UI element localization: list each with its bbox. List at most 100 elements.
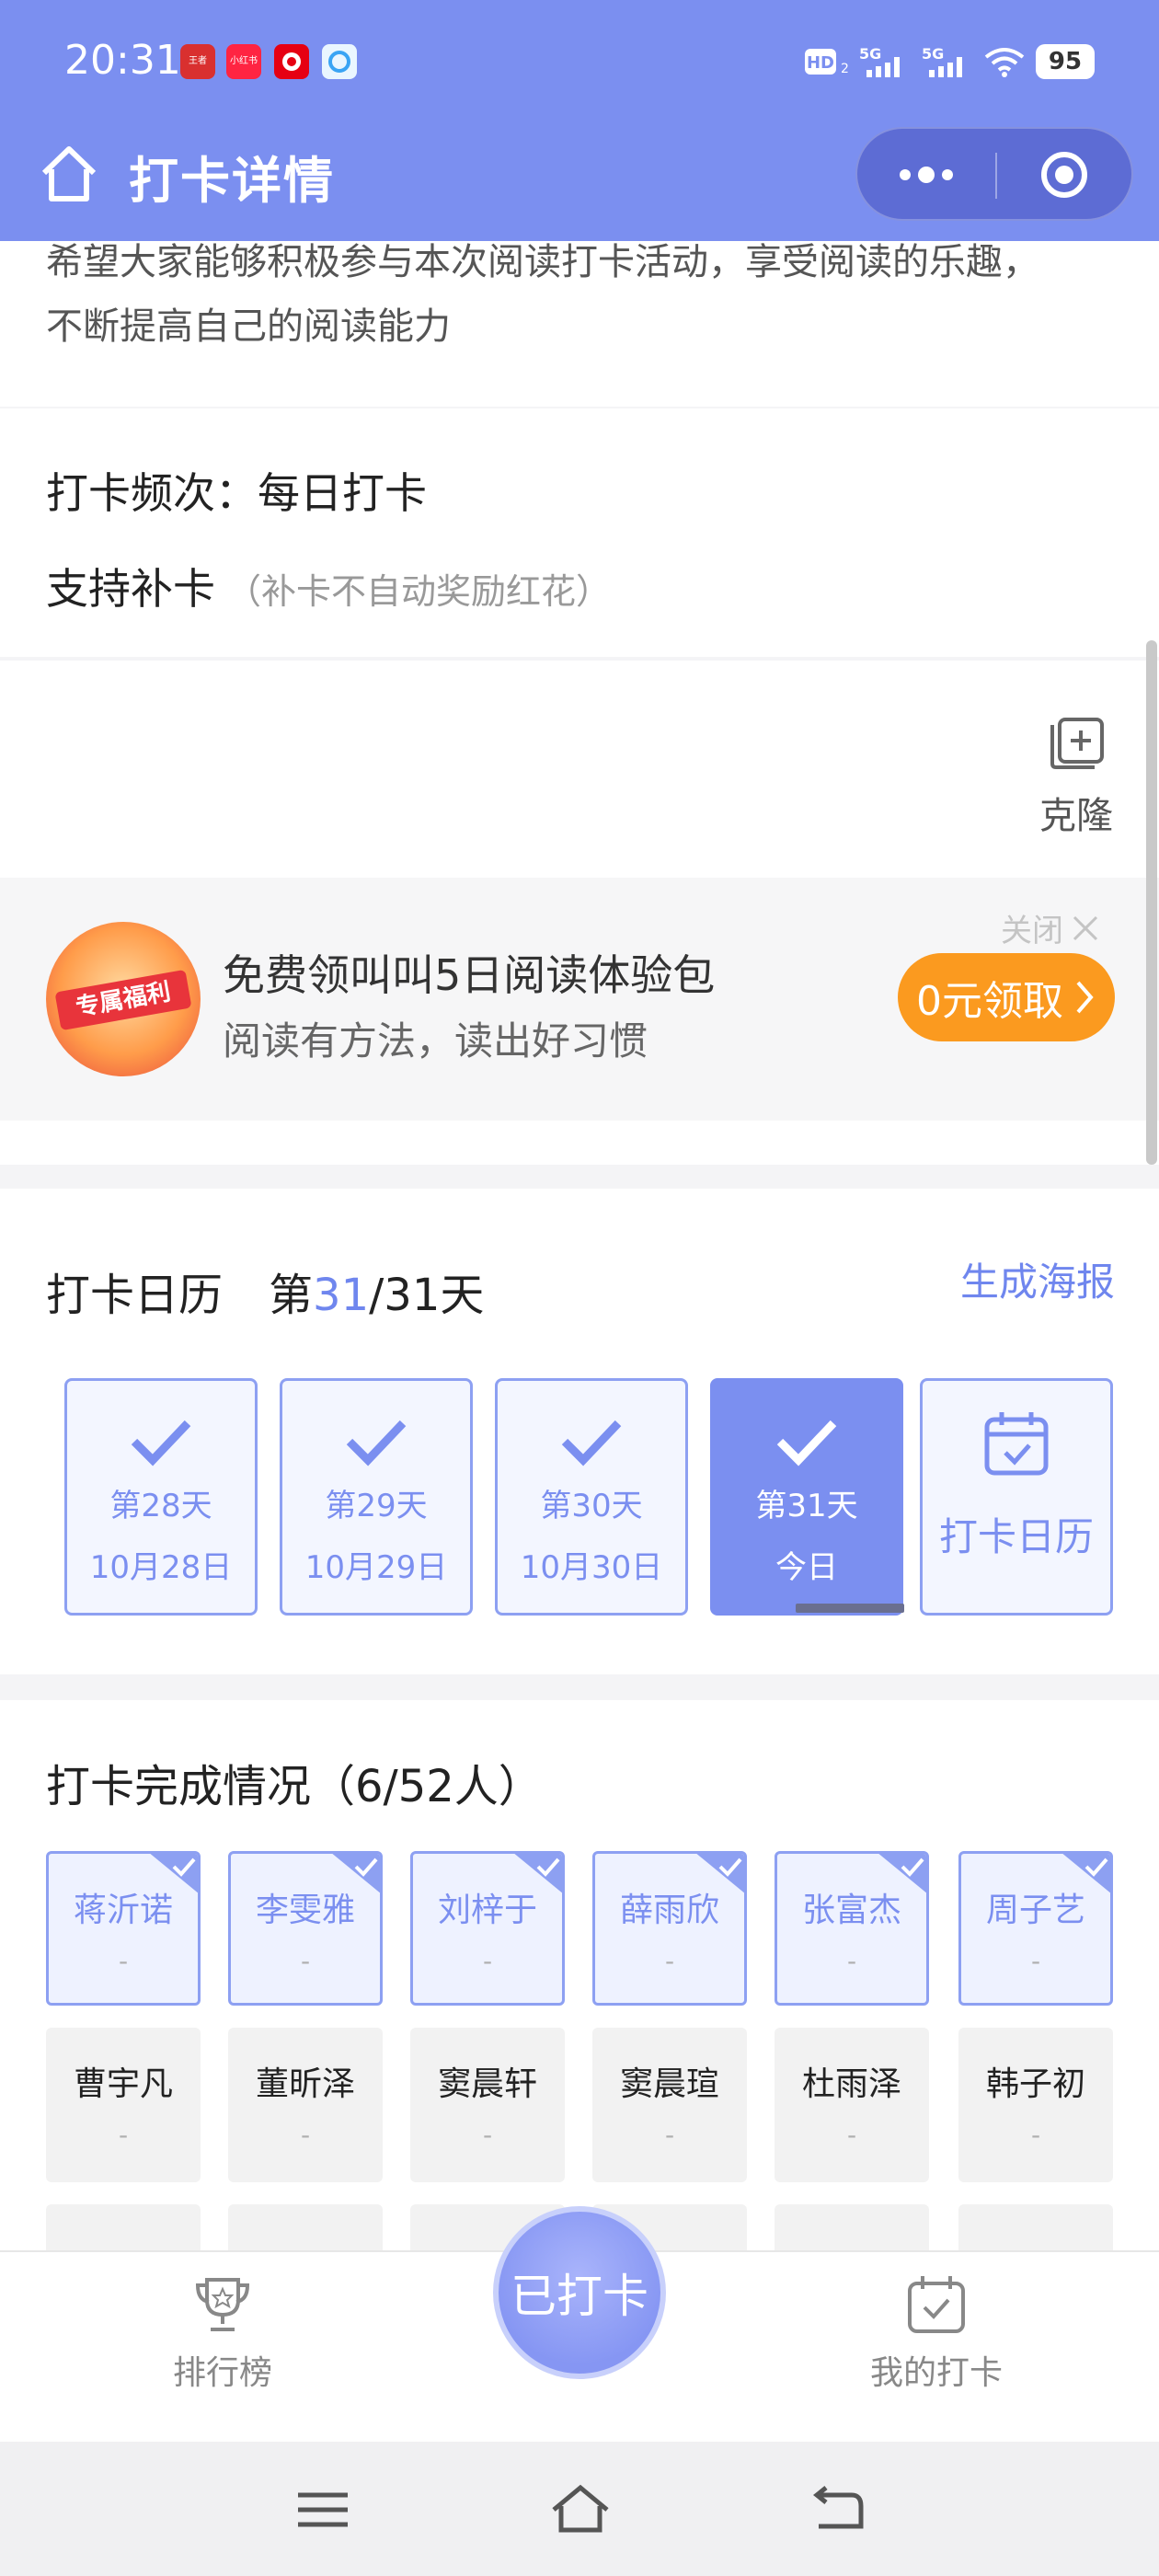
promo-close-label: 关闭 bbox=[1001, 913, 1063, 949]
member-card-pending[interactable]: 董昕泽 - bbox=[228, 2028, 383, 2182]
home-icon[interactable] bbox=[37, 142, 101, 206]
checked-corner-icon bbox=[878, 1854, 926, 1893]
calendar-day-28[interactable]: 第28天 10月28日 bbox=[64, 1378, 258, 1616]
svg-text:5G: 5G bbox=[922, 45, 944, 63]
menu-icon[interactable] bbox=[291, 2482, 355, 2537]
wifi-icon bbox=[982, 44, 1027, 79]
open-calendar-label: 打卡日历 bbox=[938, 1514, 1094, 1559]
member-name: 曹宇凡 bbox=[73, 2065, 173, 2103]
member-card-pending[interactable]: 杜雨泽 - bbox=[775, 2028, 929, 2182]
day-date: 今日 bbox=[775, 1549, 838, 1586]
member-card-done[interactable]: 薛雨欣 - bbox=[592, 1851, 747, 2006]
checkin-settings: 打卡频次：每日打卡 支持补卡 （补卡不自动奖励红花） bbox=[0, 408, 1159, 657]
member-name: 董昕泽 bbox=[255, 2065, 355, 2103]
scrollbar[interactable] bbox=[1146, 640, 1157, 1165]
member-status: - bbox=[846, 2120, 857, 2150]
tab-my-checkin[interactable]: 我的打卡 bbox=[844, 2272, 1028, 2394]
member-card-done[interactable]: 张富杰 - bbox=[775, 1851, 929, 2006]
clone-icon bbox=[1050, 718, 1104, 769]
calendar-title-label: 打卡日历 bbox=[46, 1270, 224, 1321]
tab-ranking[interactable]: 排行榜 bbox=[131, 2272, 315, 2394]
member-card-done[interactable]: 李雯雅 - bbox=[228, 1851, 383, 2006]
promo-claim-label: 0元领取 bbox=[916, 978, 1063, 1025]
member-card-done[interactable]: 周子艺 - bbox=[958, 1851, 1113, 2006]
member-status: - bbox=[482, 2120, 493, 2150]
member-card-done[interactable]: 蒋沂诺 - bbox=[46, 1851, 201, 2006]
check-icon bbox=[131, 1420, 191, 1466]
day-label: 第30天 bbox=[540, 1488, 643, 1524]
member-status: - bbox=[664, 1946, 675, 1976]
capsule-divider bbox=[995, 153, 997, 199]
redapp-icon bbox=[274, 44, 309, 79]
member-status: - bbox=[664, 2120, 675, 2150]
chevron-right-icon bbox=[1076, 981, 1094, 1014]
today-indicator-bar bbox=[796, 1604, 904, 1613]
member-name: 窦晨瑄 bbox=[619, 2065, 719, 2103]
check-icon bbox=[346, 1420, 407, 1466]
page-title: 打卡详情 bbox=[129, 152, 335, 210]
promo-claim-button[interactable]: 0元领取 bbox=[898, 953, 1115, 1041]
tab-ranking-label: 排行榜 bbox=[172, 2354, 272, 2392]
checked-corner-icon bbox=[150, 1854, 198, 1893]
promo-banner[interactable]: 专属福利 免费领叫叫5日阅读体验包 阅读有方法，读出好习惯 关闭 0元领取 bbox=[0, 878, 1159, 1121]
member-status: - bbox=[300, 2120, 311, 2150]
clone-section: 克隆 bbox=[0, 661, 1159, 878]
promo-close-button[interactable]: 关闭 bbox=[1001, 905, 1100, 950]
member-card-pending[interactable]: 曹宇凡 - bbox=[46, 2028, 201, 2182]
calendar-title: 打卡日历 第31/31天 bbox=[46, 1259, 484, 1323]
status-time: 20:31 bbox=[64, 37, 181, 84]
open-calendar-button[interactable]: 打卡日历 bbox=[920, 1378, 1113, 1616]
calendar-day-30[interactable]: 第30天 10月30日 bbox=[495, 1378, 688, 1616]
day-label: 第28天 bbox=[109, 1488, 212, 1524]
wangzhe-app-icon: 王者 bbox=[180, 44, 215, 79]
trophy-icon bbox=[195, 2278, 250, 2331]
close-icon bbox=[1073, 915, 1098, 940]
page: 20:31 王者 小红书 HD 2 5G 5G 95 打卡详情 希望大家能够积极… bbox=[0, 0, 1159, 2576]
clone-label: 克隆 bbox=[1039, 795, 1113, 837]
member-status: - bbox=[300, 1946, 311, 1976]
back-icon[interactable] bbox=[806, 2482, 870, 2537]
tab-my-checkin-label: 我的打卡 bbox=[869, 2354, 1003, 2392]
check-icon bbox=[561, 1420, 622, 1466]
member-card-pending[interactable]: 窦晨轩 - bbox=[410, 2028, 565, 2182]
member-card-pending[interactable]: 韩子初 - bbox=[958, 2028, 1113, 2182]
promo-title: 免费领叫叫5日阅读体验包 bbox=[223, 950, 716, 1000]
promo-badge-image: 专属福利 bbox=[46, 922, 201, 1076]
hd-indicator: HD 2 bbox=[804, 44, 848, 79]
member-status: - bbox=[118, 2120, 129, 2150]
makeup-support: 支持补卡 （补卡不自动奖励红花） bbox=[46, 556, 611, 616]
calendar-day-today[interactable]: 第31天 今日 bbox=[710, 1378, 904, 1616]
makeup-label: 支持补卡 bbox=[46, 564, 215, 614]
member-status: - bbox=[846, 1946, 857, 1976]
member-name: 杜雨泽 bbox=[801, 2065, 901, 2103]
system-navigation-bar bbox=[0, 2442, 1159, 2576]
checkin-button[interactable]: 已打卡 bbox=[493, 2206, 666, 2379]
svg-text:HD: HD bbox=[807, 53, 834, 73]
title-bar: 打卡详情 bbox=[0, 120, 1159, 241]
clone-button[interactable]: 克隆 bbox=[1030, 707, 1122, 839]
member-status: - bbox=[1030, 1946, 1041, 1976]
calendar-day-29[interactable]: 第29天 10月29日 bbox=[280, 1378, 473, 1616]
home-nav-icon[interactable] bbox=[548, 2482, 613, 2537]
makeup-note: （补卡不自动奖励红花） bbox=[226, 571, 612, 612]
more-options-icon[interactable] bbox=[885, 149, 968, 201]
calendar-icon bbox=[984, 1412, 1049, 1476]
status-bar: 20:31 王者 小红书 HD 2 5G 5G 95 bbox=[0, 0, 1159, 120]
svg-text:5G: 5G bbox=[859, 45, 881, 63]
promo-badge-text: 专属福利 bbox=[54, 969, 192, 1031]
miniprogram-capsule bbox=[855, 127, 1133, 221]
calendar-current-day: 31 bbox=[313, 1270, 370, 1321]
day-date: 10月30日 bbox=[520, 1549, 663, 1586]
member-name: 窦晨轩 bbox=[437, 2065, 537, 2103]
day-date: 10月28日 bbox=[89, 1549, 233, 1586]
member-card-done[interactable]: 刘梓于 - bbox=[410, 1851, 565, 2006]
signal-5g-icon-2: 5G bbox=[920, 44, 973, 79]
description-line-2: 不断提高自己的阅读能力 bbox=[46, 305, 451, 348]
top-bar: 20:31 王者 小红书 HD 2 5G 5G 95 打卡详情 bbox=[0, 0, 1159, 241]
close-miniprogram-icon[interactable] bbox=[1023, 149, 1106, 201]
signal-5g-icon: 5G bbox=[857, 44, 911, 79]
svg-text:2: 2 bbox=[841, 62, 848, 76]
member-card-pending[interactable]: 窦晨瑄 - bbox=[592, 2028, 747, 2182]
battery-indicator: 95 bbox=[1036, 44, 1095, 79]
generate-poster-link[interactable]: 生成海报 bbox=[960, 1251, 1115, 1307]
